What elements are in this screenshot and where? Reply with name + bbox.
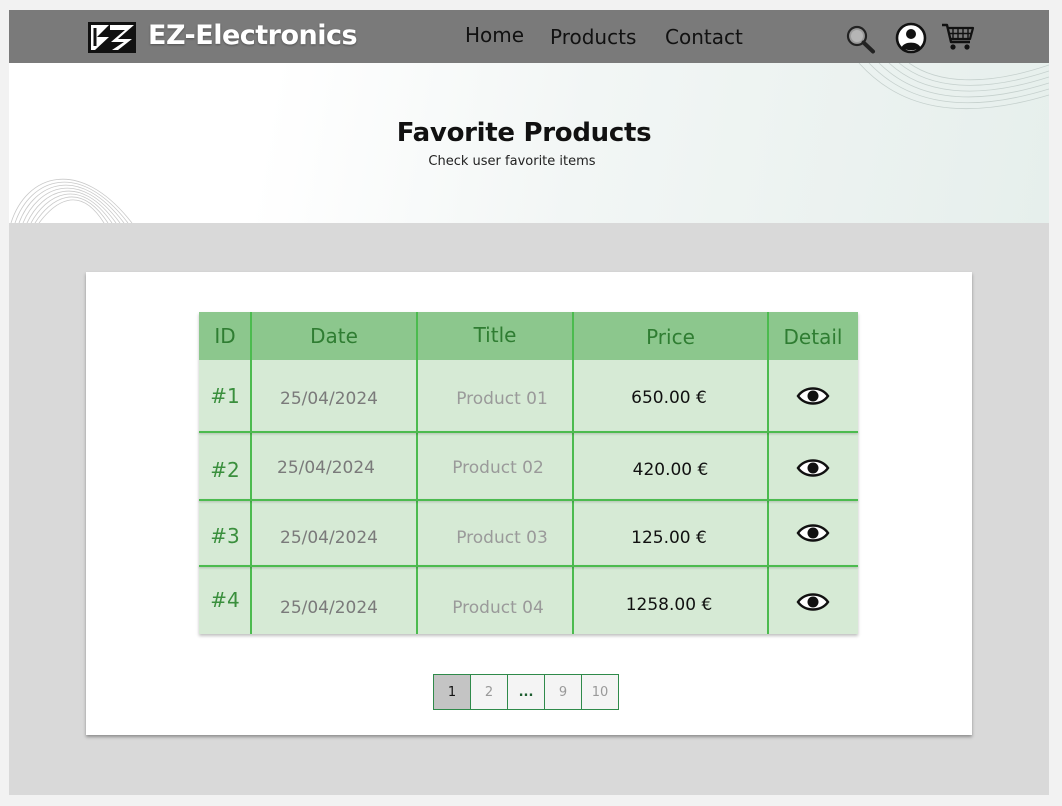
nav-home-link[interactable]: Home	[465, 23, 524, 47]
row-2-id: #2	[210, 458, 240, 482]
account-icon[interactable]	[895, 22, 927, 54]
row-3-date: 25/04/2024	[280, 528, 378, 548]
row-4-title: Product 04	[452, 598, 544, 618]
nav-contact-link[interactable]: Contact	[665, 25, 743, 49]
eye-icon[interactable]	[796, 591, 830, 613]
brand-logo-icon[interactable]	[88, 22, 136, 53]
page-button-2[interactable]: 2	[470, 674, 508, 710]
row-1-title: Product 01	[456, 389, 548, 409]
nav-products-link[interactable]: Products	[550, 25, 636, 49]
pagination: 1 2 ... 9 10	[433, 674, 619, 710]
page-button-10[interactable]: 10	[581, 674, 619, 710]
row-2-title: Product 02	[452, 458, 544, 478]
row-4-id: #4	[210, 588, 240, 612]
eye-icon[interactable]	[796, 385, 830, 407]
row-1-id: #1	[210, 384, 240, 408]
brand-name[interactable]: EZ-Electronics	[148, 20, 358, 51]
cart-icon[interactable]	[941, 22, 975, 52]
page-title: Favorite Products	[396, 118, 652, 148]
row-3-id: #3	[210, 524, 240, 548]
column-header-title: Title	[473, 323, 517, 347]
navbar: EZ-Electronics Home Products Contact	[9, 10, 1049, 63]
row-divider	[199, 499, 858, 501]
search-icon[interactable]	[845, 24, 877, 54]
column-header-price: Price	[646, 325, 695, 349]
favorites-card: ID Date Title Price Detail #1 25/04/2024…	[86, 272, 972, 735]
app-frame: EZ-Electronics Home Products Contact Fav…	[9, 10, 1049, 795]
eye-icon[interactable]	[796, 522, 830, 544]
column-header-date: Date	[310, 324, 358, 348]
row-3-title: Product 03	[456, 528, 548, 548]
row-divider	[199, 431, 858, 433]
favorites-table: ID Date Title Price Detail #1 25/04/2024…	[199, 312, 858, 634]
page-subtitle: Check user favorite items	[428, 154, 596, 169]
page-button-9[interactable]: 9	[544, 674, 582, 710]
page-ellipsis[interactable]: ...	[507, 674, 545, 710]
page-button-1[interactable]: 1	[433, 674, 471, 710]
column-divider	[416, 312, 418, 634]
row-4-price: 1258.00 €	[625, 595, 713, 615]
row-2-price: 420.00 €	[632, 460, 709, 480]
column-header-detail: Detail	[783, 325, 843, 349]
row-1-price: 650.00 €	[631, 388, 707, 408]
eye-icon[interactable]	[796, 457, 830, 479]
row-divider	[199, 565, 858, 567]
row-1-date: 25/04/2024	[280, 389, 378, 409]
column-header-id: ID	[214, 324, 236, 348]
row-3-price: 125.00 €	[631, 528, 707, 548]
hero-banner: Favorite Products Check user favorite it…	[9, 63, 1049, 223]
row-2-date: 25/04/2024	[277, 458, 375, 478]
row-4-date: 25/04/2024	[280, 598, 378, 618]
